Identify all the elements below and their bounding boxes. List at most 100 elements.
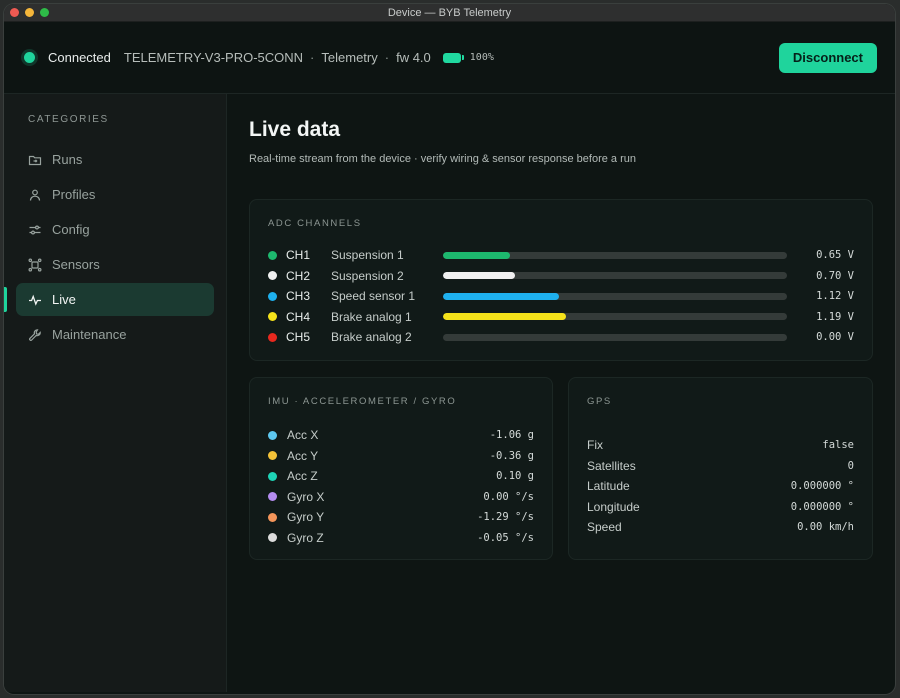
channel-color-dot	[268, 332, 277, 342]
battery-icon	[442, 52, 461, 63]
gps-row: Fix false	[587, 435, 854, 456]
page-title: Live data	[249, 118, 341, 141]
sidebar-item-maintenance[interactable]: Maintenance	[16, 318, 214, 351]
channel-level-bar	[443, 272, 787, 280]
imu-color-dot	[268, 492, 277, 502]
imu-label: Gyro X	[287, 489, 325, 504]
gps-label: Fix	[587, 438, 603, 453]
main-content: Live data Real-time stream from the devi…	[227, 94, 895, 692]
firmware-version: fw 4.0	[396, 50, 431, 65]
imu-card: IMU · ACCELEROMETER / GYRO Acc X -1.06 g A…	[249, 377, 553, 560]
separator: ·	[310, 50, 315, 65]
channel-color-dot	[268, 312, 277, 322]
disconnect-button[interactable]: Disconnect	[778, 42, 877, 73]
gps-value: false	[822, 439, 854, 452]
gps-label: Speed	[587, 520, 622, 535]
sidebar-item-label: Sensors	[52, 257, 100, 272]
gps-label: Longitude	[587, 499, 640, 514]
imu-color-dot	[268, 533, 277, 543]
imu-row: Gyro Y -1.29 °/s	[268, 507, 534, 528]
adc-channel-row: CH2 Suspension 2 0.70 V	[268, 266, 854, 287]
sidebar-item-label: Live	[52, 292, 76, 307]
channel-value: 1.19 V	[816, 310, 854, 323]
sidebar-item-label: Profiles	[52, 187, 96, 202]
channel-name: Brake analog 1	[331, 309, 412, 324]
channel-name: Speed sensor 1	[331, 289, 416, 304]
gps-row: Satellites 0	[587, 456, 854, 477]
gps-row: Speed 0.00 km/h	[587, 517, 854, 538]
device-name: TELEMETRY-V3-PRO-5CONN	[123, 50, 304, 65]
app-window: Device — BYB Telemetry Connected TELEMET…	[4, 4, 895, 694]
imu-readings: Acc X -1.06 g Acc Y -0.36 g Acc Z 0.10 g Gyro …	[268, 425, 534, 548]
sidebar-item-label: Maintenance	[52, 327, 127, 342]
imu-value: 0.10 g	[496, 470, 534, 483]
card-title: IMU · ACCELEROMETER / GYRO	[268, 396, 457, 407]
gps-label: Satellites	[587, 458, 636, 473]
sidebar: CATEGORIES Runs Profiles Config Sensors …	[4, 94, 227, 692]
sidebar-item-config[interactable]: Config	[16, 213, 214, 246]
imu-value: -1.06 g	[489, 429, 534, 442]
channel-color-dot	[268, 250, 277, 260]
battery-indicator: 100%	[442, 52, 494, 63]
gps-value: 0.000000 °	[790, 480, 854, 493]
channel-id: CH1	[286, 248, 311, 263]
folder-icon	[28, 153, 42, 167]
adc-channel-row: CH4 Brake analog 1 1.19 V	[268, 307, 854, 328]
sidebar-item-runs[interactable]: Runs	[16, 143, 214, 176]
connection-status: Connected	[48, 50, 111, 65]
channel-level-fill	[443, 251, 511, 259]
gps-row: Latitude 0.000000 °	[587, 476, 854, 497]
imu-label: Acc X	[287, 428, 319, 443]
gps-readings: Fix false Satellites 0 Latitude 0.000000 ° Lon…	[587, 435, 854, 538]
gps-value: 0.00 km/h	[797, 521, 854, 534]
imu-value: -1.29 °/s	[477, 511, 534, 524]
channel-value: 0.70 V	[816, 269, 854, 282]
imu-row: Gyro Z -0.05 °/s	[268, 528, 534, 549]
imu-value: -0.05 °/s	[477, 531, 534, 544]
imu-value: -0.36 g	[489, 449, 534, 462]
sidebar-title: CATEGORIES	[28, 114, 109, 125]
channel-id: CH2	[286, 268, 311, 283]
card-title: ADC CHANNELS	[268, 218, 362, 229]
channel-name: Suspension 2	[331, 268, 404, 283]
adc-channel-list: CH1 Suspension 1 0.65 V CH2 Suspension 2 0.70…	[268, 245, 854, 348]
user-icon	[28, 188, 42, 202]
channel-value: 1.12 V	[816, 290, 854, 303]
device-topbar: Connected TELEMETRY-V3-PRO-5CONN · Telem…	[4, 22, 895, 94]
channel-id: CH5	[286, 330, 311, 345]
channel-color-dot	[268, 291, 277, 301]
imu-color-dot	[268, 451, 277, 461]
adc-channels-card: ADC CHANNELS CH1 Suspension 1 0.65 V CH2 Sus…	[249, 199, 873, 361]
gps-value: 0	[847, 459, 854, 472]
sensor-icon	[28, 257, 42, 272]
sliders-icon	[28, 223, 42, 237]
imu-label: Gyro Y	[287, 510, 325, 525]
device-mode: Telemetry	[321, 50, 378, 65]
window-title: Device — BYB Telemetry	[387, 7, 512, 19]
imu-color-dot	[268, 430, 277, 440]
channel-name: Brake analog 2	[331, 330, 412, 345]
imu-value: 0.00 °/s	[483, 490, 534, 503]
pulse-icon	[28, 293, 42, 307]
channel-level-bar	[443, 313, 787, 321]
sidebar-item-profiles[interactable]: Profiles	[16, 178, 214, 211]
adc-channel-row: CH3 Speed sensor 1 1.12 V	[268, 286, 854, 307]
card-title: GPS	[587, 396, 612, 407]
adc-channel-row: CH5 Brake analog 2 0.00 V	[268, 327, 854, 348]
gps-label: Latitude	[587, 479, 630, 494]
imu-row: Acc Z 0.10 g	[268, 466, 534, 487]
battery-tip	[461, 55, 464, 60]
gps-value: 0.000000 °	[790, 500, 854, 513]
connection-status-icon	[24, 52, 35, 63]
imu-label: Acc Z	[287, 469, 318, 484]
imu-color-dot	[268, 471, 277, 481]
wrench-icon	[28, 328, 42, 342]
channel-color-dot	[268, 271, 277, 281]
channel-level-fill	[443, 313, 566, 321]
imu-color-dot	[268, 512, 277, 522]
separator: ·	[384, 50, 390, 65]
sidebar-item-sensors[interactable]: Sensors	[16, 248, 214, 281]
channel-value: 0.65 V	[816, 249, 854, 262]
channel-level-bar	[443, 251, 787, 259]
sidebar-item-live[interactable]: Live	[4, 283, 214, 316]
